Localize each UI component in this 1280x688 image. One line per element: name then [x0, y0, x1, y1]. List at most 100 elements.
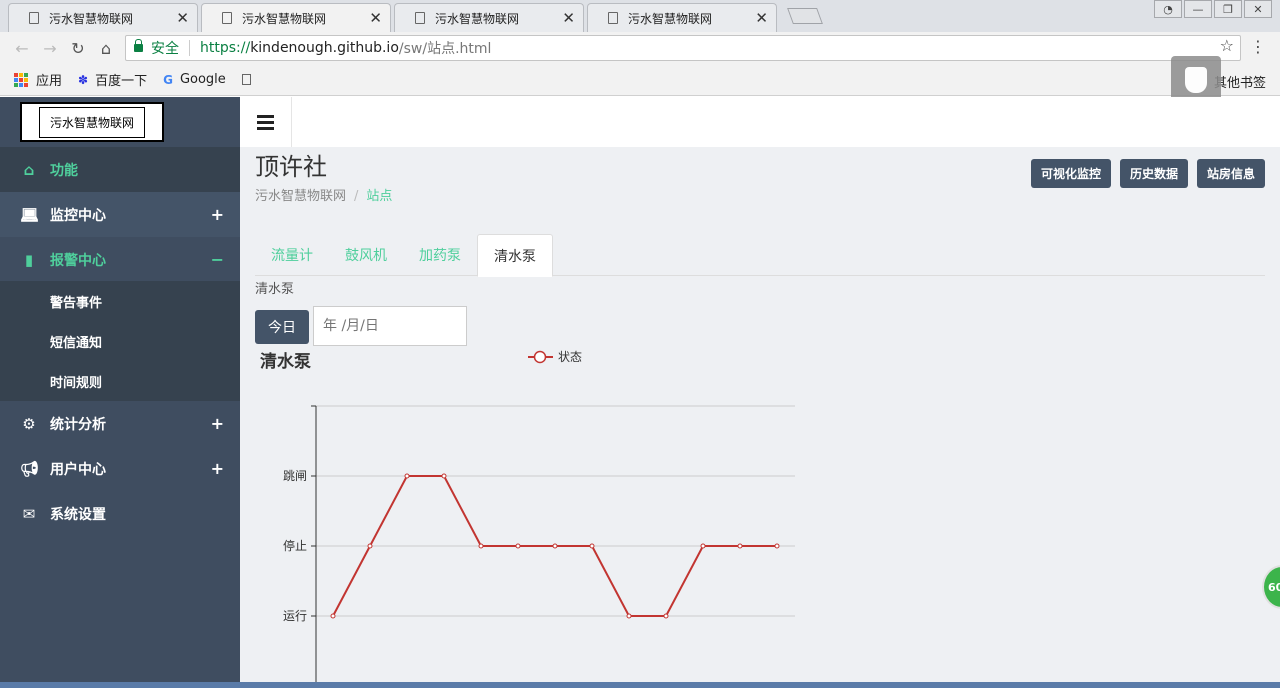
sidebar-item-alarm[interactable]: ▮ 报警中心 − [0, 237, 240, 282]
new-tab-button[interactable] [787, 8, 823, 24]
app-topbar [240, 97, 1280, 147]
close-icon[interactable]: ✕ [369, 9, 382, 27]
secure-label: 安全 [151, 41, 179, 57]
browser-tab-title: 污水智慧物联网 [242, 11, 327, 26]
today-button[interactable]: 今日 [255, 310, 309, 344]
laptop-icon: 💻︎ [20, 205, 40, 224]
tab-flowmeter[interactable]: 流量计 [255, 234, 329, 276]
restore-button[interactable]: ❐ [1214, 0, 1242, 18]
page-icon [222, 12, 232, 24]
data-point[interactable] [367, 543, 373, 549]
home-icon: ⌂ [23, 160, 35, 179]
y-tick-label: 停止 [283, 538, 307, 553]
browser-tab[interactable]: 污水智慧物联网 ✕ [587, 3, 777, 32]
browser-tab-strip: 污水智慧物联网 ✕ 污水智慧物联网 ✕ 污水智慧物联网 ✕ 污水智慧物联网 ✕ … [0, 0, 1280, 32]
date-input[interactable] [313, 306, 467, 346]
browser-toolbar: ← → ↻ ⌂ 安全 https:// kindenough.github.io… [0, 32, 1280, 64]
sidebar-item-statistics[interactable]: ⚙ 统计分析 + [0, 401, 240, 446]
breadcrumb-root[interactable]: 污水智慧物联网 [255, 189, 346, 204]
google-g-icon: G [163, 72, 173, 87]
data-point[interactable] [589, 543, 595, 549]
data-point[interactable] [404, 473, 410, 479]
bookmark-page[interactable] [241, 74, 251, 85]
pump-status-chart: 清水泵 状态 运行 停止 跳闸 [260, 350, 795, 688]
breadcrumb-current: 站点 [366, 189, 393, 204]
sidebar-item-settings[interactable]: ✉ 系统设置 [0, 491, 240, 536]
bookmark-label: 应用 [36, 74, 63, 89]
browser-tab[interactable]: 污水智慧物联网 ✕ [394, 3, 584, 32]
data-point[interactable] [626, 613, 632, 619]
envelope-icon: ✉ [22, 504, 36, 523]
data-point[interactable] [663, 613, 669, 619]
data-point[interactable] [515, 543, 521, 549]
close-icon[interactable]: ✕ [562, 9, 575, 27]
sidebar-item-monitor[interactable]: 💻︎ 监控中心 + [0, 192, 240, 237]
browser-tab-active[interactable]: 污水智慧物联网 ✕ [201, 3, 391, 32]
sidebar-item-label: 用户中心 [50, 461, 106, 478]
page-icon [29, 12, 39, 24]
url-scheme: https:// [200, 40, 251, 56]
hamburger-menu-icon[interactable] [240, 97, 292, 147]
data-point[interactable] [441, 473, 447, 479]
sidebar-item-label: 统计分析 [50, 416, 106, 433]
book-icon: ▮ [24, 250, 34, 269]
visual-monitor-button[interactable]: 可视化监控 [1030, 159, 1111, 188]
tab-dosing-pump[interactable]: 加药泵 [403, 234, 477, 276]
sidebar-item-label: 监控中心 [50, 207, 106, 224]
forward-icon[interactable]: → [36, 39, 64, 58]
bookmark-apps[interactable]: 应用 [14, 70, 62, 89]
legend-marker [533, 350, 547, 364]
data-point[interactable] [330, 613, 336, 619]
close-window-button[interactable]: ✕ [1244, 0, 1272, 18]
url-host: kindenough.github.io [250, 40, 399, 56]
submenu-item-sms-notify[interactable]: 短信通知 [0, 321, 240, 361]
bookmark-label: Google [179, 72, 226, 87]
tab-clean-water-pump[interactable]: 清水泵 [477, 234, 553, 277]
data-point[interactable] [700, 543, 706, 549]
menu-icon[interactable]: ⋮ [1250, 37, 1266, 56]
station-info-button[interactable]: 站房信息 [1196, 159, 1265, 188]
browser-tab-title: 污水智慧物联网 [49, 11, 134, 26]
header-actions: 可视化监控 历史数据 站房信息 [1030, 159, 1265, 188]
lock-icon [134, 39, 143, 52]
browser-tab[interactable]: 污水智慧物联网 ✕ [8, 3, 198, 32]
close-icon[interactable]: ✕ [176, 9, 189, 27]
data-point[interactable] [552, 543, 558, 549]
logo-text: 污水智慧物联网 [38, 106, 145, 138]
home-icon[interactable]: ⌂ [92, 39, 120, 58]
legend-label: 状态 [558, 350, 582, 364]
sidebar-item-users[interactable]: 📢︎ 用户中心 + [0, 446, 240, 491]
sidebar: 污水智慧物联网 ⌂ 功能 💻︎ 监控中心 + ▮ 报警中心 − 警告事件 短信通… [0, 97, 240, 688]
bookmark-baidu[interactable]: ✽ 百度一下 [78, 70, 147, 90]
reload-icon[interactable]: ↻ [64, 39, 92, 58]
sidebar-item-label: 系统设置 [50, 506, 106, 523]
page-title: 顶许社 [255, 153, 327, 181]
submenu-item-warning-events[interactable]: 警告事件 [0, 281, 240, 321]
address-bar[interactable]: 安全 https:// kindenough.github.io /sw/站点.… [125, 35, 1241, 61]
submenu-item-time-rules[interactable]: 时间规则 [0, 361, 240, 401]
page-icon [415, 12, 425, 24]
tab-blower[interactable]: 鼓风机 [329, 234, 403, 276]
logo[interactable]: 污水智慧物联网 [20, 102, 164, 142]
chart-legend[interactable]: 状态 [528, 350, 582, 364]
alarm-submenu: 警告事件 短信通知 时间规则 [0, 281, 240, 401]
user-icon[interactable]: ◔ [1154, 0, 1182, 18]
sidebar-item-function[interactable]: ⌂ 功能 [0, 147, 240, 192]
os-taskbar [0, 682, 1280, 688]
data-point[interactable] [478, 543, 484, 549]
star-icon[interactable]: ☆ [1220, 36, 1234, 55]
data-point[interactable] [737, 543, 743, 549]
minimize-button[interactable]: — [1184, 0, 1212, 18]
history-data-button[interactable]: 历史数据 [1119, 159, 1188, 188]
back-icon[interactable]: ← [8, 39, 36, 58]
gears-icon: ⚙ [22, 414, 36, 433]
url-path: /sw/站点.html [398, 41, 492, 57]
close-icon[interactable]: ✕ [755, 9, 768, 27]
panel-label: 清水泵 [255, 282, 295, 297]
browser-tab-title: 污水智慧物联网 [435, 11, 520, 26]
data-point[interactable] [774, 543, 780, 549]
megaphone-icon: 📢︎ [20, 459, 40, 478]
collapse-icon: − [210, 250, 224, 269]
bookmark-google[interactable]: G Google [163, 72, 226, 87]
other-bookmarks[interactable]: 其他书签 [1214, 72, 1266, 91]
